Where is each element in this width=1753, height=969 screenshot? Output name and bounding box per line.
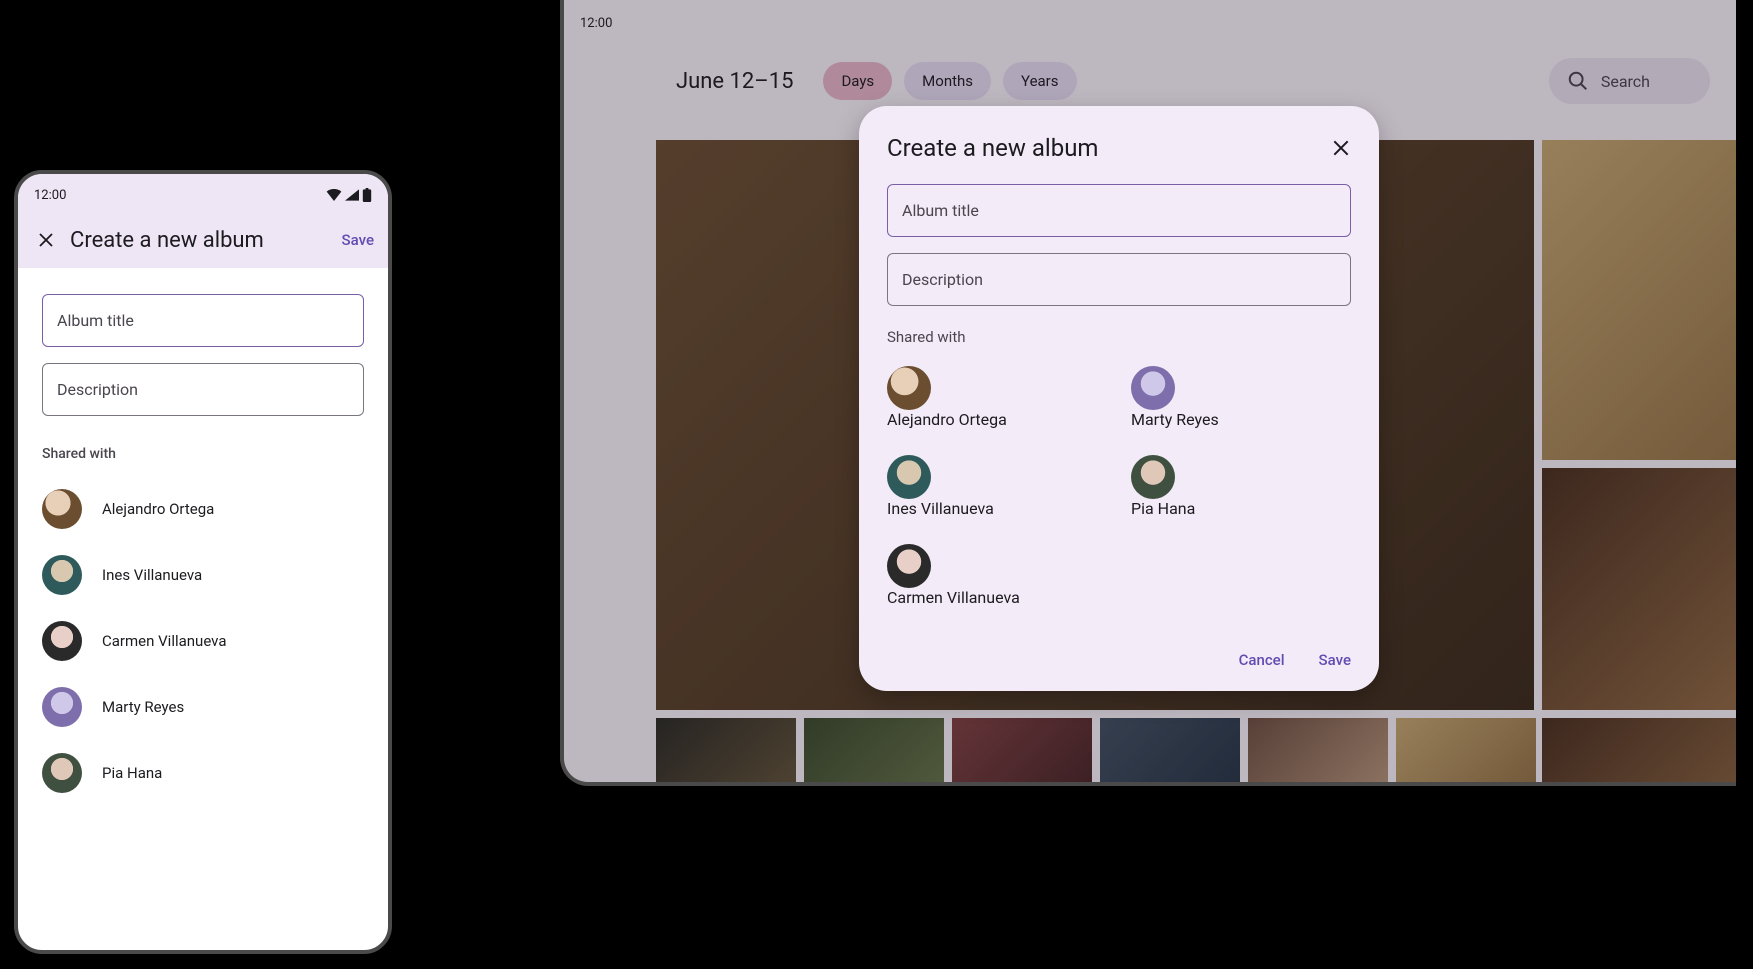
- dialog-people-grid: Alejandro Ortega Marty Reyes Ines Villan…: [887, 358, 1351, 615]
- avatar: [887, 544, 931, 588]
- avatar: [1131, 366, 1175, 410]
- person-name: Carmen Villanueva: [102, 632, 227, 650]
- phone-status-bar: 12:00: [18, 174, 388, 212]
- signal-icon: [345, 189, 359, 201]
- avatar: [887, 366, 931, 410]
- phone-body: Album title Description Shared with Alej…: [18, 268, 388, 806]
- tablet-device-frame: 12:00 June 12–15 Days Months Years Searc…: [560, 0, 1736, 786]
- album-title-input[interactable]: Album title: [42, 294, 364, 347]
- person-name: Ines Villanueva: [102, 566, 202, 584]
- save-button[interactable]: Save: [1319, 651, 1351, 669]
- phone-device-frame: 12:00 Create a new album Save Album titl…: [14, 170, 392, 954]
- phone-clock: 12:00: [34, 188, 66, 203]
- avatar: [887, 455, 931, 499]
- description-input[interactable]: Description: [42, 363, 364, 416]
- person-name: Carmen Villanueva: [887, 588, 1107, 607]
- dialog-close-button[interactable]: [1331, 138, 1351, 158]
- person-name: Alejandro Ortega: [102, 500, 214, 518]
- dialog-header: Create a new album: [887, 134, 1351, 162]
- person-name: Alejandro Ortega: [887, 410, 1107, 429]
- person-name: Ines Villanueva: [887, 499, 1107, 518]
- close-button[interactable]: [32, 226, 60, 254]
- person-name: Pia Hana: [102, 764, 162, 782]
- dialog-title: Create a new album: [887, 134, 1098, 162]
- dialog-album-title-input[interactable]: Album title: [887, 184, 1351, 237]
- phone-app-bar: Create a new album Save: [18, 212, 388, 268]
- list-item[interactable]: Carmen Villanueva: [887, 536, 1107, 615]
- avatar: [42, 687, 82, 727]
- dialog-description-input[interactable]: Description: [887, 253, 1351, 306]
- avatar: [42, 489, 82, 529]
- dialog-actions: Cancel Save: [887, 651, 1351, 669]
- shared-with-label: Shared with: [42, 446, 364, 462]
- phone-page-title: Create a new album: [70, 228, 342, 253]
- person-name: Pia Hana: [1131, 499, 1351, 518]
- list-item[interactable]: Carmen Villanueva: [42, 608, 364, 674]
- avatar: [42, 555, 82, 595]
- phone-status-icons: [326, 188, 372, 202]
- avatar: [42, 621, 82, 661]
- battery-icon: [362, 188, 372, 202]
- list-item[interactable]: Alejandro Ortega: [887, 358, 1107, 437]
- list-item[interactable]: Ines Villanueva: [42, 542, 364, 608]
- list-item[interactable]: Marty Reyes: [1131, 358, 1351, 437]
- dialog-shared-label: Shared with: [887, 328, 1351, 346]
- avatar: [1131, 455, 1175, 499]
- close-icon: [37, 231, 55, 249]
- person-name: Marty Reyes: [102, 698, 184, 716]
- person-name: Marty Reyes: [1131, 410, 1351, 429]
- list-item[interactable]: Alejandro Ortega: [42, 476, 364, 542]
- list-item[interactable]: Marty Reyes: [42, 674, 364, 740]
- list-item[interactable]: Pia Hana: [1131, 447, 1351, 526]
- phone-people-list: Alejandro Ortega Ines Villanueva Carmen …: [42, 476, 364, 806]
- cancel-button[interactable]: Cancel: [1239, 651, 1285, 669]
- close-icon: [1331, 138, 1351, 158]
- create-album-dialog: Create a new album Album title Descripti…: [859, 106, 1379, 691]
- phone-save-button[interactable]: Save: [342, 231, 374, 249]
- avatar: [42, 753, 82, 793]
- list-item[interactable]: Pia Hana: [42, 740, 364, 806]
- wifi-icon: [326, 189, 342, 201]
- list-item[interactable]: Ines Villanueva: [887, 447, 1107, 526]
